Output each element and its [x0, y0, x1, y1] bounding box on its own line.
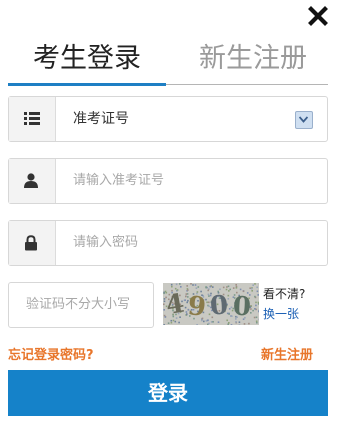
id-type-select[interactable]: 准考证号	[8, 96, 328, 142]
tab-new-student-register[interactable]: 新生注册	[178, 36, 328, 82]
captcha-char: 0	[232, 292, 252, 323]
id-type-value: 准考证号	[73, 111, 129, 127]
password-input[interactable]: 请输入密码	[73, 221, 138, 265]
new-student-register-link[interactable]: 新生注册	[261, 344, 313, 363]
lock-icon	[9, 221, 56, 265]
exam-number-field[interactable]: 请输入准考证号	[8, 158, 328, 204]
captcha-char: 9	[186, 291, 207, 323]
list-icon	[9, 97, 56, 141]
captcha-unclear-text: 看不清?	[263, 287, 306, 301]
user-icon	[9, 159, 56, 203]
captcha-char: 0	[209, 290, 229, 321]
captcha-input[interactable]: 验证码不分大小写	[8, 282, 154, 328]
captcha-placeholder: 验证码不分大小写	[26, 297, 131, 312]
forgot-password-link[interactable]: 忘记登录密码?	[8, 344, 94, 363]
chevron-down-icon[interactable]	[295, 111, 313, 129]
close-icon[interactable]	[306, 4, 330, 28]
exam-number-input[interactable]: 请输入准考证号	[73, 159, 164, 203]
captcha-image[interactable]: 4900	[163, 283, 261, 327]
active-tab-underline	[8, 83, 166, 86]
login-button[interactable]: 登录	[8, 370, 328, 416]
captcha-refresh-link[interactable]: 换一张	[263, 305, 299, 322]
tab-student-login[interactable]: 考生登录	[8, 36, 166, 82]
password-field[interactable]: 请输入密码	[8, 220, 328, 266]
login-tabs: 考生登录 新生注册	[8, 36, 328, 86]
